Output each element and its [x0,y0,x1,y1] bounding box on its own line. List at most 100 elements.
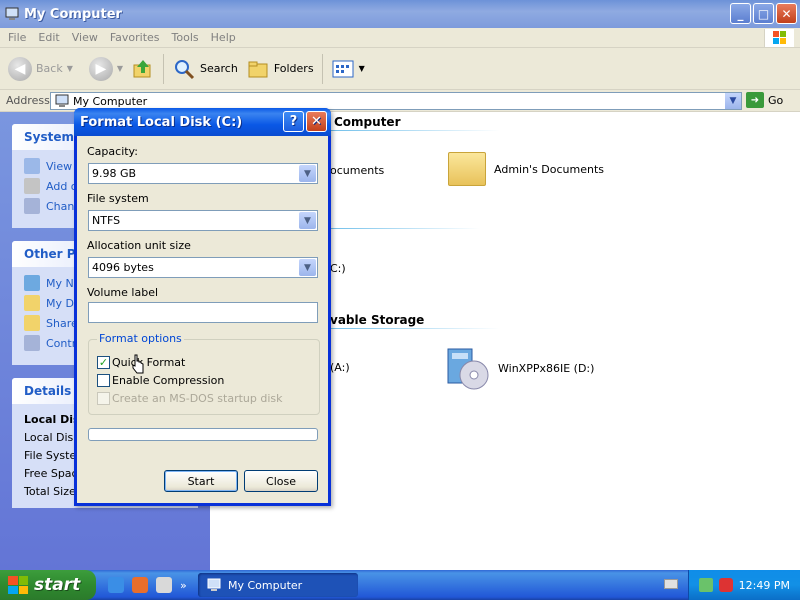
address-label: Address [6,94,50,107]
folder-icon [448,152,486,186]
group-header: Computer [334,115,401,129]
back-label: Back [36,62,63,75]
folder-icon [24,315,40,331]
allocation-unit-label: Allocation unit size [87,239,191,252]
item-label: ocuments [330,164,385,177]
enable-compression-checkbox[interactable]: Enable Compression [97,374,224,387]
item-label: (A:) [330,361,350,374]
local-disk-c[interactable]: C:) [330,262,346,275]
views-icon [332,60,354,77]
menu-bar: File Edit View Favorites Tools Help [0,28,800,48]
cd-drive-icon [447,348,489,390]
format-options-group: Format options ✓ Quick Format Enable Com… [88,332,320,415]
capacity-select[interactable]: 9.98 GB ▼ [88,163,318,184]
up-folder-button[interactable] [131,57,155,81]
taskbar-button-label: My Computer [228,578,303,592]
capacity-label: Capacity: [87,145,138,158]
admins-documents-folder[interactable]: Admin's Documents [448,152,604,186]
dialog-close-button[interactable]: ✕ [306,111,327,132]
forward-arrow-icon: ▶ [88,56,113,81]
network-icon [24,275,40,291]
minimize-button[interactable]: _ [730,3,751,24]
taskbar-button-my-computer[interactable]: My Computer [198,573,358,597]
window-title: My Computer [24,6,122,22]
menu-file[interactable]: File [0,31,32,44]
chevron-down-icon[interactable]: ▼ [299,259,316,276]
file-system-select[interactable]: NTFS ▼ [88,210,318,231]
go-button[interactable]: ➜ Go [746,92,783,108]
item-label: C:) [330,262,346,275]
views-button[interactable]: ▼ [331,58,365,80]
close-dialog-button[interactable]: Close [244,470,318,492]
quick-launch: » [108,577,187,593]
chevron-down-icon[interactable]: ▼ [299,212,316,229]
format-progress-bar [88,428,318,441]
start-label: start [34,575,81,595]
search-icon [175,59,195,79]
folders-button[interactable]: Folders [246,57,314,81]
menu-edit[interactable]: Edit [32,31,65,44]
internet-explorer-icon[interactable] [108,577,124,593]
msdos-startup-checkbox: Create an MS-DOS startup disk [97,392,283,405]
allocation-unit-value: 4096 bytes [92,261,154,274]
file-system-value: NTFS [92,214,121,227]
allocation-unit-select[interactable]: 4096 bytes ▼ [88,257,318,278]
maximize-button[interactable]: □ [753,3,774,24]
windows-logo-icon [764,29,794,47]
go-arrow-icon: ➜ [746,92,764,108]
computer-icon [5,7,19,20]
clock: 12:49 PM [738,578,790,592]
media-player-icon[interactable] [132,577,148,593]
chevron-down-icon[interactable]: ▼ [725,93,741,109]
menu-favorites[interactable]: Favorites [104,31,166,44]
menu-view[interactable]: View [66,31,104,44]
control-panel-icon [24,335,40,351]
checkbox-checked-icon: ✓ [97,356,110,369]
checkbox-unchecked-icon [97,374,110,387]
enable-compression-label: Enable Compression [112,374,225,387]
format-options-legend: Format options [97,332,184,345]
show-desktop-icon[interactable] [156,577,172,593]
back-button[interactable]: ◀ Back ▼ [8,56,73,81]
start-button-taskbar[interactable]: start [0,570,96,600]
start-button[interactable]: Start [164,470,238,492]
menu-tools[interactable]: Tools [166,31,205,44]
msdos-startup-label: Create an MS-DOS startup disk [112,392,283,405]
folders-label: Folders [273,62,314,75]
floppy-drive-a[interactable]: (A:) [330,361,350,374]
windows-flag-icon [8,576,28,594]
security-shield-icon[interactable] [718,578,733,592]
add-remove-icon [24,178,40,194]
checkbox-disabled-icon [97,392,110,405]
window-titlebar[interactable]: My Computer _ □ ✕ [0,0,800,28]
folders-icon [248,61,268,77]
help-button[interactable]: ? [283,111,304,132]
chevron-down-icon[interactable]: ▼ [299,165,316,182]
search-button[interactable]: Search [172,57,238,81]
system-tray: 12:49 PM [688,570,800,600]
quick-format-label: Quick Format [112,356,186,369]
keyboard-icon[interactable] [664,579,678,589]
toolbar: ◀ Back ▼ ▶ ▼ Search Folders ▼ [0,48,800,90]
back-arrow-icon: ◀ [8,56,32,81]
close-button[interactable]: ✕ [776,3,797,24]
dialog-title: Format Local Disk (C:) [80,114,243,130]
menu-help[interactable]: Help [205,31,242,44]
control-panel-icon [24,198,40,214]
taskbar: start » My Computer 12:49 PM [0,570,800,600]
network-tray-icon[interactable] [698,578,713,592]
cd-drive-d[interactable]: WinXPPx86IE (D:) [444,345,594,391]
search-label: Search [200,62,238,75]
file-system-label: File system [87,192,149,205]
computer-icon [207,578,221,591]
volume-label-input[interactable] [88,302,318,323]
quick-launch-chevron[interactable]: » [180,579,187,592]
address-value: My Computer [73,94,148,108]
capacity-value: 9.98 GB [92,167,137,180]
forward-button[interactable]: ▶ ▼ [88,56,123,81]
volume-label-label: Volume label [87,286,159,299]
computer-icon [55,94,69,107]
format-dialog: Format Local Disk (C:) ? ✕ Capacity: 9.9… [74,108,331,506]
dialog-titlebar[interactable]: Format Local Disk (C:) ? ✕ [74,108,331,136]
documents-folder[interactable]: ocuments [330,164,384,177]
